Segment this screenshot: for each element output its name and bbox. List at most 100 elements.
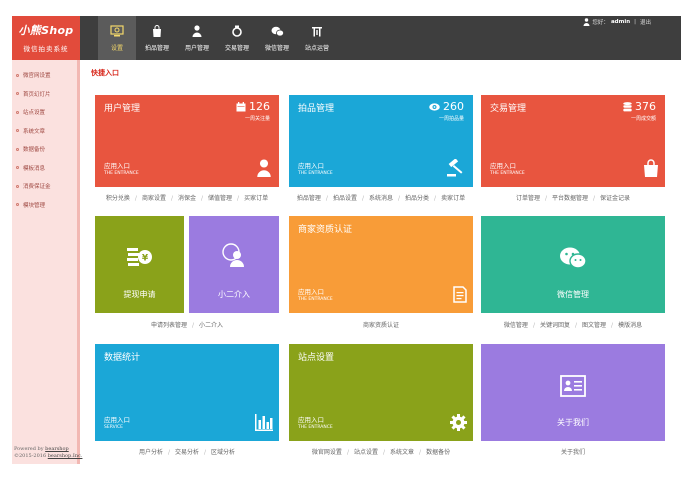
card-entry: 应用入口 THE ENTRANCE <box>298 288 333 304</box>
quick-link[interactable]: 拍品管理 <box>297 195 321 202</box>
quick-link[interactable]: 微官网设置 <box>312 449 342 456</box>
entry-subtitle: THE ENTRANCE <box>298 171 333 176</box>
quick-link[interactable]: 用户分析 <box>139 449 163 456</box>
quick-link[interactable]: 拍品分类 <box>405 195 429 202</box>
quick-link[interactable]: 消保金 <box>178 195 196 202</box>
quick-link[interactable]: 积分兑换 <box>106 195 130 202</box>
quick-link[interactable]: 拍品设置 <box>333 195 357 202</box>
sidebar-item-label: 微官网设置 <box>23 73 51 80</box>
nav-users[interactable]: 用户管理 <box>178 16 216 60</box>
links-trade: 订单管理 / 平台数据管理 / 保证金记录 <box>515 195 631 202</box>
quick-link[interactable]: 订单管理 <box>516 195 540 202</box>
card-stat: 126 一周关注量 <box>236 100 270 122</box>
nav-wechat[interactable]: 微信管理 <box>258 16 296 60</box>
quick-link[interactable]: 模版消息 <box>618 322 642 329</box>
username: admin <box>610 19 631 25</box>
bag-icon <box>138 24 176 38</box>
nav-items[interactable]: 拍品管理 <box>138 16 176 60</box>
footer-credits: Powered by bearshop ©2015-2016 bearshop.… <box>14 446 82 460</box>
quick-link[interactable]: 卖家订单 <box>441 195 465 202</box>
quick-link[interactable]: 关于我们 <box>561 449 585 456</box>
links-about: 关于我们 <box>481 447 665 456</box>
site-icon <box>298 24 336 38</box>
quick-link[interactable]: 商家资质认证 <box>363 322 399 329</box>
quick-link[interactable]: 数据备份 <box>426 449 450 456</box>
card-label: 提现申请 <box>123 290 156 299</box>
gear-icon <box>450 414 467 435</box>
section-title: 快捷入口 <box>91 69 119 77</box>
bullet-icon <box>16 166 19 170</box>
sidebar-item-slides[interactable]: 首页幻灯片 <box>12 85 77 104</box>
sidebar-item-label: 消费保证金 <box>23 184 51 191</box>
sidebar-item-backup[interactable]: 数据备份 <box>12 140 77 159</box>
nav-label: 站点运营 <box>304 45 329 52</box>
separator: | <box>634 19 636 25</box>
quick-link[interactable]: 申请列表管理 <box>151 322 187 329</box>
nav-settings[interactable]: 设置 <box>98 16 136 60</box>
sidebar-item-modules[interactable]: 模块管理 <box>12 196 77 215</box>
card-wechat[interactable]: 微信管理 <box>481 216 665 313</box>
bullet-icon <box>16 203 19 207</box>
card-label: 小二介入 <box>218 290 250 299</box>
sidebar-item-mobile-site[interactable]: 微官网设置 <box>12 66 77 85</box>
quick-link[interactable]: 站点设置 <box>354 449 378 456</box>
links-users: 积分兑换 / 商家设置 / 消保金 / 储值管理 / 买家订单 <box>105 195 269 202</box>
card-withdraw[interactable]: ¥ 提现申请 <box>95 216 184 313</box>
sidebar-item-label: 模板消息 <box>23 165 46 172</box>
quick-link[interactable]: 商家设置 <box>142 195 166 202</box>
logo[interactable]: 小熊Shop 微信拍卖系统 <box>12 16 80 60</box>
card-items[interactable]: 拍品管理 260 一周拍品量 应用入口 THE ENTRANCE <box>289 95 473 187</box>
quick-link[interactable]: 交易分析 <box>175 449 199 456</box>
logout-link[interactable]: 退出 <box>640 18 651 26</box>
sidebar-item-deposit[interactable]: 消费保证金 <box>12 177 77 196</box>
entry-label: 应用入口 <box>298 162 324 170</box>
nav-label: 设置 <box>110 45 123 52</box>
quick-link[interactable]: 买家订单 <box>244 195 268 202</box>
card-stats[interactable]: 数据统计 应用入口 SERVICE <box>95 344 279 441</box>
stat-number: 126 <box>249 100 270 113</box>
entry-label: 应用入口 <box>104 416 130 424</box>
stat-number: 260 <box>443 100 464 113</box>
bullet-icon <box>16 147 19 151</box>
nav-trade[interactable]: 交易管理 <box>218 16 256 60</box>
links-withdraw: 申请列表管理 / 小二介入 <box>150 322 224 329</box>
quick-link[interactable]: 区域分析 <box>211 449 235 456</box>
sidebar-item-articles[interactable]: 系统文章 <box>12 122 77 141</box>
quick-link[interactable]: 小二介入 <box>199 322 223 329</box>
sidebar-item-site-settings[interactable]: 站点设置 <box>12 103 77 122</box>
card-users[interactable]: 用户管理 126 一周关注量 应用入口 THE ENTRANCE <box>95 95 279 187</box>
nav-label: 微信管理 <box>264 45 289 52</box>
sidebar-item-label: 站点设置 <box>23 110 46 117</box>
powered-link[interactable]: bearshop <box>45 446 69 452</box>
support-icon <box>189 243 279 271</box>
bullet-icon <box>16 92 19 96</box>
card-trade[interactable]: 交易管理 376 一周成交额 应用入口 THE ENTRANCE <box>481 95 665 187</box>
user-icon <box>583 18 590 26</box>
copyright-link[interactable]: bearshop.Inc. <box>48 453 83 459</box>
quick-link[interactable]: 系统消息 <box>369 195 393 202</box>
entry-label: 应用入口 <box>490 162 516 170</box>
quick-link[interactable]: 图文管理 <box>582 322 606 329</box>
user-icon <box>255 159 273 181</box>
nav-site[interactable]: 站点运营 <box>298 16 336 60</box>
quick-link[interactable]: 平台数据管理 <box>552 195 588 202</box>
card-label: 微信管理 <box>557 290 589 299</box>
card-about[interactable]: 关于我们 <box>481 344 665 441</box>
quick-link[interactable]: 系统文章 <box>390 449 414 456</box>
entry-label: 应用入口 <box>298 416 324 424</box>
quick-link[interactable]: 保证金记录 <box>600 195 630 202</box>
quick-link[interactable]: 储值管理 <box>208 195 232 202</box>
quick-link[interactable]: 关键词回复 <box>540 322 570 329</box>
card-merchant[interactable]: 商家资质认证 应用入口 THE ENTRANCE <box>289 216 473 313</box>
quick-link[interactable]: 微信管理 <box>504 322 528 329</box>
gavel-icon <box>447 158 467 181</box>
links-items: 拍品管理 / 拍品设置 / 系统消息 / 拍品分类 / 卖家订单 <box>296 195 466 202</box>
card-site[interactable]: 站点设置 应用入口 THE ENTRANCE <box>289 344 473 441</box>
sidebar-item-template-messages[interactable]: 模板消息 <box>12 159 77 178</box>
logo-subtitle: 微信拍卖系统 <box>23 45 69 53</box>
card-label: 关于我们 <box>557 418 589 427</box>
entry-label: 应用入口 <box>104 162 130 170</box>
card-assistant[interactable]: 小二介入 <box>189 216 279 313</box>
bullet-icon <box>16 129 19 133</box>
card-title: 站点设置 <box>298 353 335 363</box>
